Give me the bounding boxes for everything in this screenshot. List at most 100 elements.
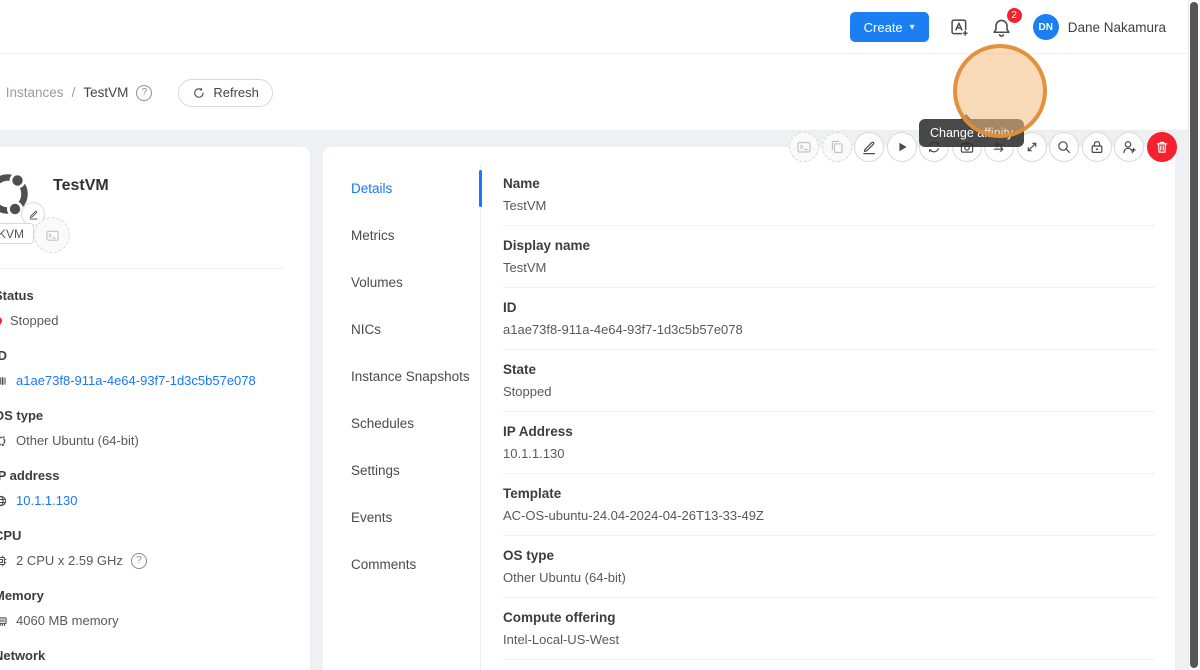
tab-comments[interactable]: Comments — [323, 541, 480, 588]
tab-metrics[interactable]: Metrics — [323, 212, 480, 259]
detail-section-compute-offering: Compute offering Intel-Local-US-West — [503, 598, 1155, 660]
destroy-instance-button[interactable] — [1147, 132, 1177, 162]
detail-section-template: Template AC-OS-ubuntu-24.04-2024-04-26T1… — [503, 474, 1155, 536]
attr-cpu-value: 2 CPU x 2.59 GHz — [16, 552, 123, 570]
page: Create ▾ 2 DN Dane Nakam — [0, 0, 1200, 670]
page-scrollbar[interactable] — [1188, 0, 1200, 670]
user-add-icon — [1121, 139, 1137, 155]
detail-label: IP Address — [503, 422, 1155, 441]
user-menu[interactable]: DN Dane Nakamura — [1033, 14, 1166, 40]
instance-attributes: Status Stopped ID a1ae73f8-911a-4e64-93f… — [0, 287, 284, 670]
project-icon-glyph — [949, 17, 970, 38]
attr-ip: IP address 10.1.1.130 — [0, 467, 284, 510]
copy-icon — [829, 139, 845, 155]
detail-label: Template — [503, 484, 1155, 503]
breadcrumb-separator: / — [72, 85, 76, 100]
globe-icon — [0, 494, 8, 508]
attr-os-value: Other Ubuntu (64-bit) — [16, 432, 139, 450]
tab-volumes[interactable]: Volumes — [323, 259, 480, 306]
attr-network-label: Network — [0, 647, 284, 665]
instance-summary-card: TestVM KVM Status Stopped ID — [0, 147, 310, 670]
attr-os-label: OS type — [0, 407, 284, 425]
detail-section-os-type: OS type Other Ubuntu (64-bit) — [503, 536, 1155, 598]
avatar: DN — [1033, 14, 1059, 40]
help-icon[interactable]: ? — [136, 85, 152, 101]
detail-label: ID — [503, 298, 1155, 317]
reset-password-button[interactable] — [1082, 132, 1112, 162]
console-icon — [45, 228, 60, 243]
detail-label: OS type — [503, 546, 1155, 565]
attr-ip-label: IP address — [0, 467, 284, 485]
attr-status: Status Stopped — [0, 287, 284, 330]
status-stopped-icon — [0, 317, 2, 325]
console-button-disabled — [34, 217, 70, 253]
breadcrumb-item-current: TestVM — [83, 85, 128, 100]
attr-cpu-label: CPU — [0, 527, 284, 545]
detail-section-state: State Stopped — [503, 350, 1155, 412]
breadcrumb-item-instances[interactable]: Instances — [6, 85, 64, 100]
scrollbar-thumb[interactable] — [1190, 2, 1198, 668]
instance-detail-card: Details Metrics Volumes NICs Instance Sn… — [323, 147, 1175, 670]
hypervisor-tag: KVM — [0, 223, 34, 244]
assign-instance-button[interactable] — [1114, 132, 1144, 162]
tab-details[interactable]: Details — [323, 165, 480, 212]
attr-network: Network — [0, 647, 284, 670]
detail-value: Stopped — [503, 383, 1155, 401]
pencil-icon — [28, 209, 39, 220]
detail-value: 10.1.1.130 — [503, 445, 1155, 463]
attr-id-label: ID — [0, 347, 284, 365]
divider — [0, 268, 284, 269]
notification-badge: 2 — [1006, 7, 1023, 24]
tab-settings[interactable]: Settings — [323, 447, 480, 494]
memory-icon — [0, 614, 8, 628]
detail-section-id: ID a1ae73f8-911a-4e64-93f7-1d3c5b57e078 — [503, 288, 1155, 350]
barcode-icon — [0, 374, 8, 388]
tab-nics[interactable]: NICs — [323, 306, 480, 353]
detail-section-ip: IP Address 10.1.1.130 — [503, 412, 1155, 474]
detail-value: Intel-Local-US-West — [503, 631, 1155, 649]
diagonal-resize-icon — [1024, 139, 1040, 155]
attach-iso-button[interactable] — [1049, 132, 1079, 162]
detail-label: State — [503, 360, 1155, 379]
top-header: Create ▾ 2 DN Dane Nakam — [0, 0, 1188, 54]
attr-os-type: OS type Other Ubuntu (64-bit) — [0, 407, 284, 450]
attr-cpu: CPU 2 CPU x 2.59 GHz ? — [0, 527, 284, 570]
attr-id: ID a1ae73f8-911a-4e64-93f7-1d3c5b57e078 — [0, 347, 284, 390]
lock-icon — [1089, 139, 1105, 155]
details-panel: Name TestVM Display name TestVM ID a1ae7… — [503, 164, 1155, 670]
detail-value: AC-OS-ubuntu-24.04-2024-04-26T13-33-49Z — [503, 507, 1155, 525]
pencil-icon — [861, 139, 877, 155]
detail-value: TestVM — [503, 259, 1155, 277]
copy-button — [822, 132, 852, 162]
attr-ip-value-link[interactable]: 10.1.1.130 — [16, 492, 77, 510]
instance-name-title: TestVM — [53, 177, 109, 195]
attr-status-label: Status — [0, 287, 284, 305]
breadcrumb: / Instances / TestVM ? Refresh — [0, 54, 273, 131]
attr-memory-label: Memory — [0, 587, 284, 605]
tab-events[interactable]: Events — [323, 494, 480, 541]
detail-section-name: Name TestVM — [503, 164, 1155, 226]
start-instance-button[interactable] — [887, 132, 917, 162]
attr-status-value: Stopped — [10, 312, 58, 330]
user-name: Dane Nakamura — [1068, 20, 1166, 35]
console-icon — [796, 139, 812, 155]
change-affinity-tooltip: Change affinity — [919, 119, 1024, 147]
refresh-button[interactable]: Refresh — [178, 79, 273, 107]
attr-memory: Memory 4060 MB memory — [0, 587, 284, 630]
detail-section-dynamically-scalable: Dynamically scalable — [503, 660, 1155, 670]
create-button[interactable]: Create ▾ — [850, 12, 929, 42]
notifications-bell-icon[interactable]: 2 — [991, 16, 1013, 38]
tab-instance-snapshots[interactable]: Instance Snapshots — [323, 353, 480, 400]
tab-schedules[interactable]: Schedules — [323, 400, 480, 447]
refresh-icon — [192, 86, 206, 100]
open-console-button — [789, 132, 819, 162]
project-icon[interactable] — [949, 16, 971, 38]
cpu-help-icon[interactable]: ? — [131, 553, 147, 569]
edit-button[interactable] — [854, 132, 884, 162]
play-icon — [894, 139, 910, 155]
detail-tabs: Details Metrics Volumes NICs Instance Sn… — [323, 165, 481, 670]
detail-label: Compute offering — [503, 608, 1155, 627]
attr-id-value-link[interactable]: a1ae73f8-911a-4e64-93f7-1d3c5b57e078 — [16, 372, 256, 390]
detail-section-display-name: Display name TestVM — [503, 226, 1155, 288]
detail-value: Other Ubuntu (64-bit) — [503, 569, 1155, 587]
